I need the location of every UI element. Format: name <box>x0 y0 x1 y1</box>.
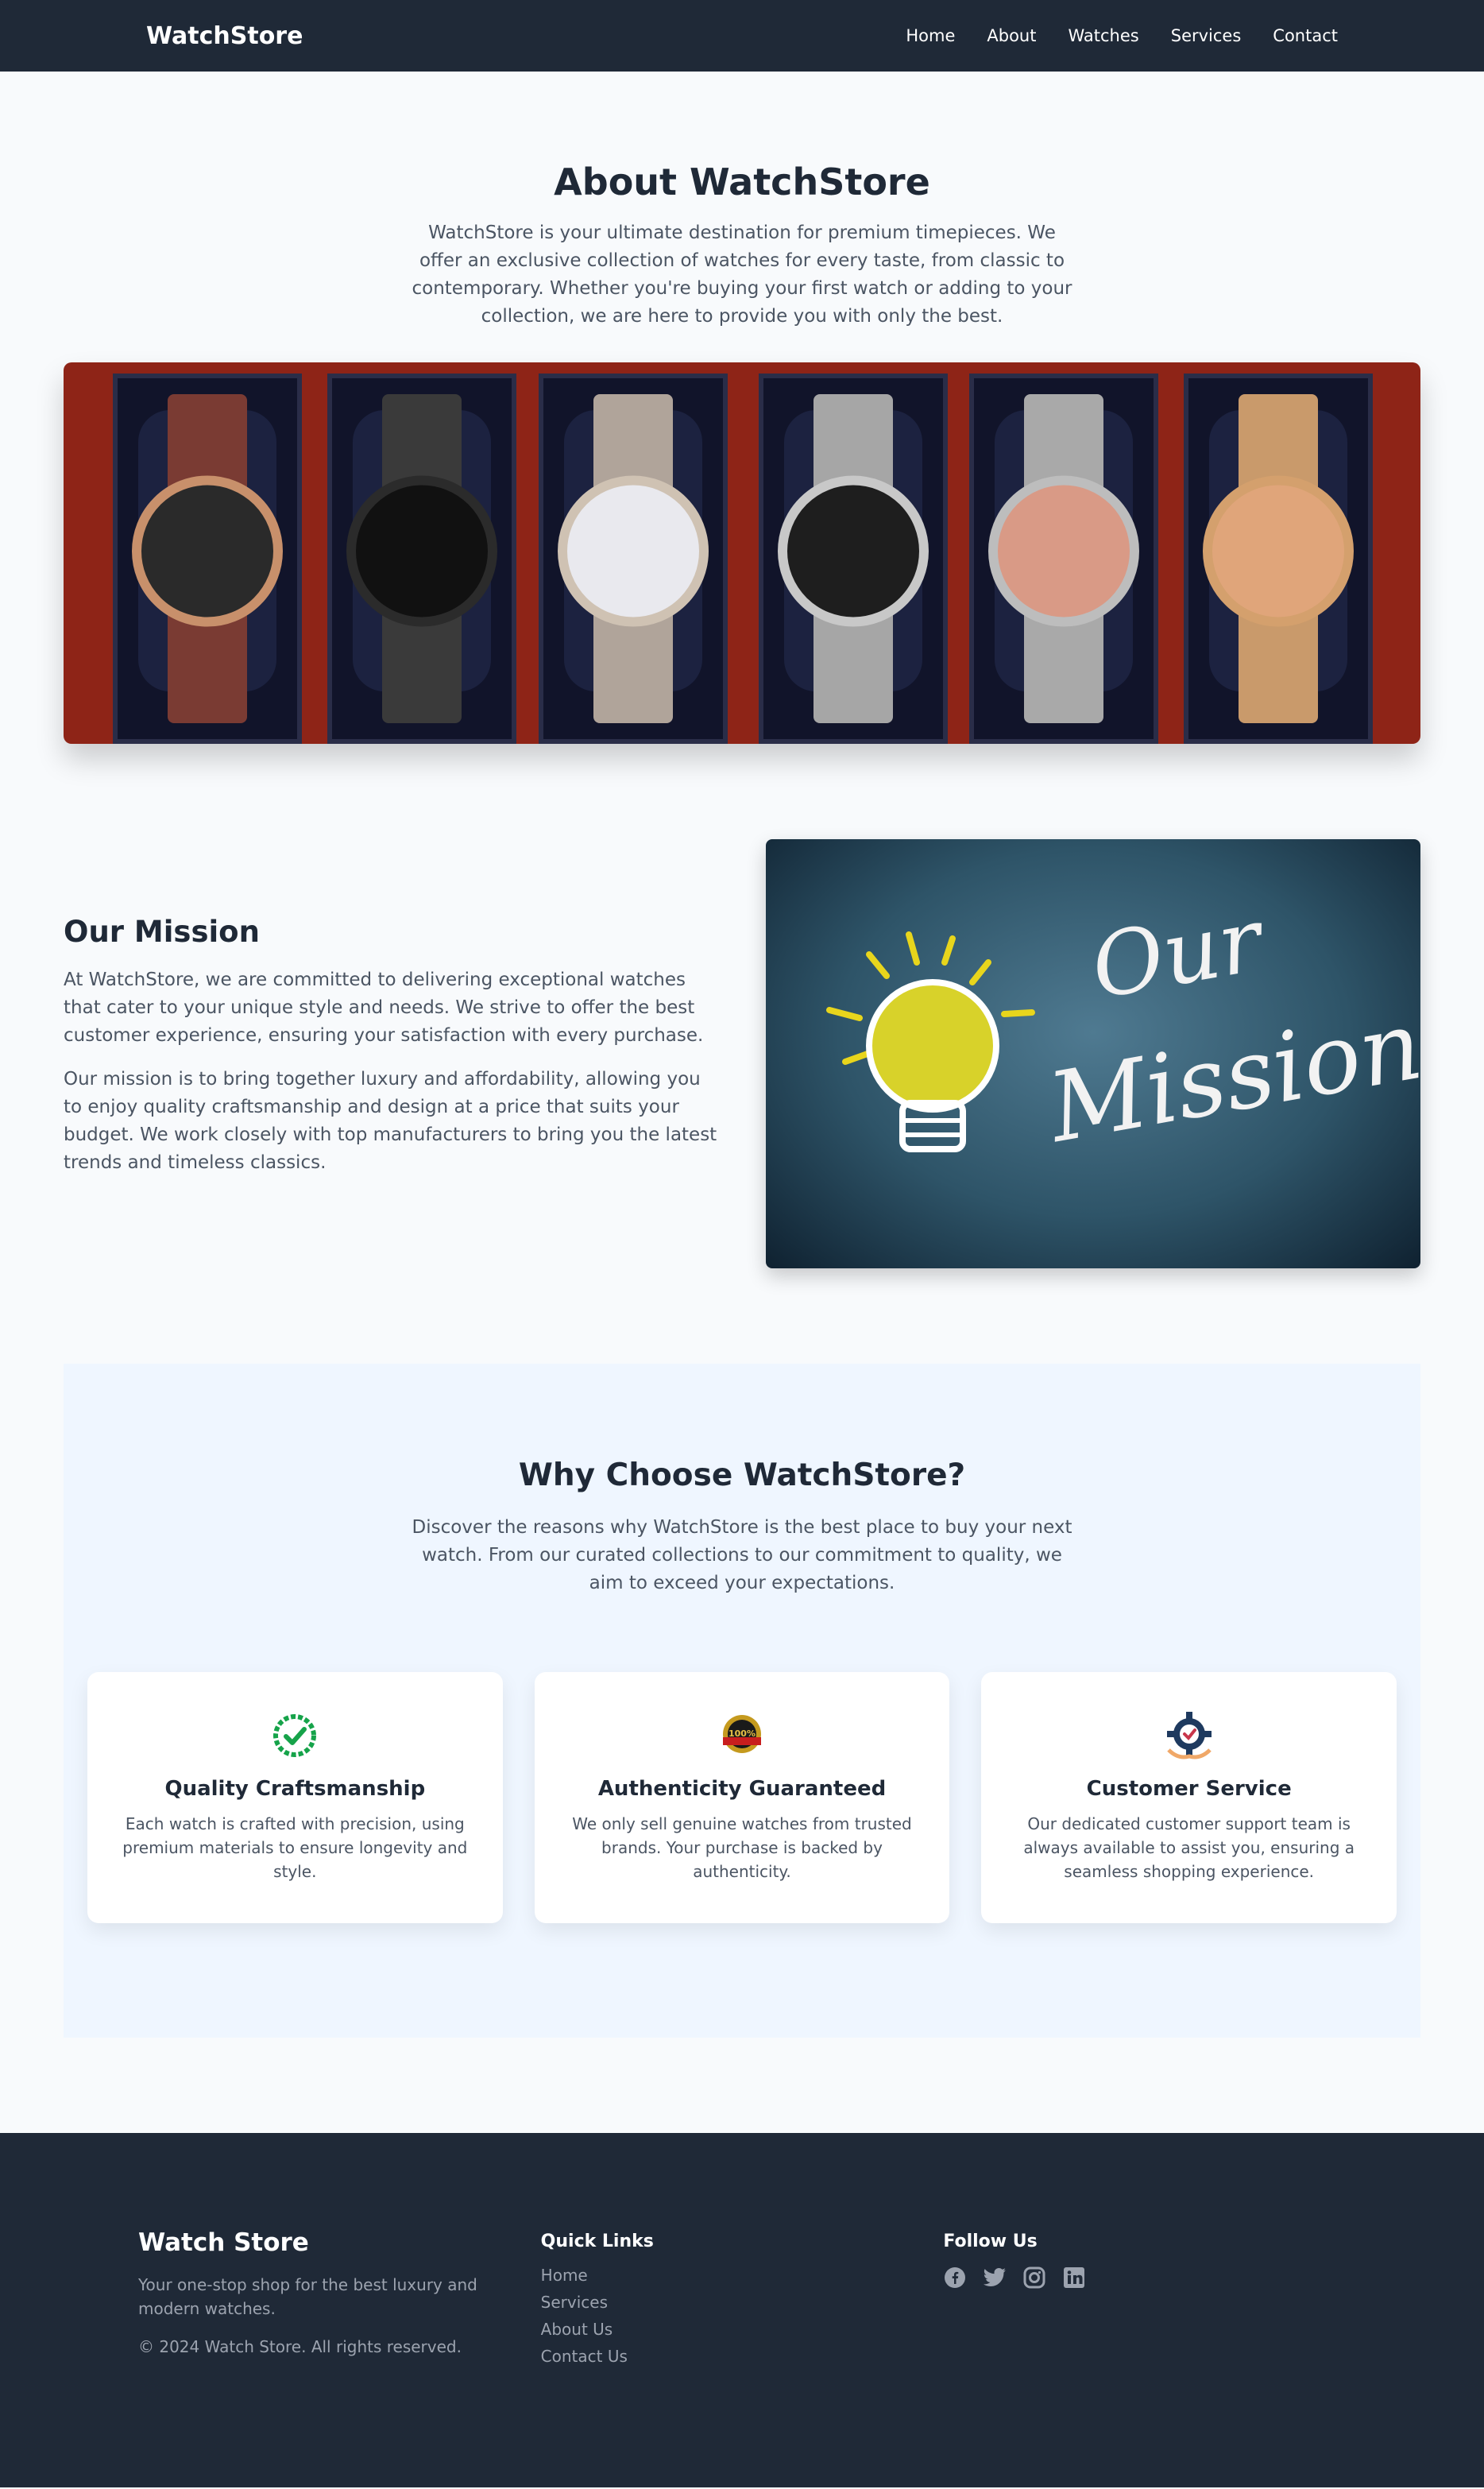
feature-cards: Quality Craftsmanship Each watch is craf… <box>64 1597 1420 1923</box>
nav-link-services[interactable]: Services <box>1171 26 1242 45</box>
footer-link-contact[interactable]: Contact Us <box>541 2347 628 2366</box>
why-title: Why Choose WatchStore? <box>518 1457 966 1493</box>
watch-slot <box>1184 374 1373 744</box>
watch-slot <box>327 374 516 744</box>
nav-link-contact[interactable]: Contact <box>1273 26 1338 45</box>
why-lead: Discover the reasons why WatchStore is t… <box>412 1517 1072 1593</box>
footer-link-about[interactable]: About Us <box>541 2320 613 2339</box>
mission-image: Our Mission <box>766 839 1420 1268</box>
mission-image-text-mission: Mission <box>1041 990 1420 1164</box>
feature-text: We only sell genuine watches from truste… <box>572 1814 912 1881</box>
feature-title: Authenticity Guaranteed <box>597 1777 887 1801</box>
feature-card-authenticity: 100% Authenticity Guaranteed We only sel… <box>534 1672 950 1923</box>
quick-links-list: Home Services About Us Contact Us <box>541 2266 944 2366</box>
footer-brand: Watch Store <box>138 2228 309 2257</box>
watch-slot <box>539 374 728 744</box>
watch-slot <box>759 374 948 744</box>
about-text: WatchStore is your ultimate destination … <box>412 223 1072 327</box>
footer-link-home[interactable]: Home <box>541 2266 588 2285</box>
feature-title: Customer Service <box>1086 1777 1292 1801</box>
footer-link-services[interactable]: Services <box>541 2293 608 2312</box>
nav-link-home[interactable]: Home <box>906 26 955 45</box>
customer-service-gear-icon <box>1164 1710 1215 1761</box>
seal-text: 100% <box>728 1728 756 1739</box>
about-title: About WatchStore <box>554 161 930 203</box>
mission-paragraph-1: At WatchStore, we are committed to deliv… <box>64 970 704 1046</box>
feature-title: Quality Craftsmanship <box>164 1777 426 1801</box>
mission-paragraph-2: Our mission is to bring together luxury … <box>64 1069 717 1173</box>
watch-collection-image <box>64 362 1420 744</box>
nav-links: Home About Watches Services Contact <box>906 26 1338 45</box>
brand-logo[interactable]: WatchStore <box>146 22 303 50</box>
footer-tagline: Your one-stop shop for the best luxury a… <box>138 2275 477 2318</box>
linkedin-icon[interactable] <box>1062 2266 1086 2290</box>
why-section-wrapper: Why Choose WatchStore? Discover the reas… <box>0 1268 1484 2038</box>
footer-follow-column: Follow Us <box>943 2228 1346 2487</box>
footer-about-column: Watch Store Your one-stop shop for the b… <box>138 2228 541 2487</box>
why-section: Why Choose WatchStore? Discover the reas… <box>64 1364 1420 2038</box>
feature-card-service: Customer Service Our dedicated customer … <box>981 1672 1397 1923</box>
instagram-icon[interactable] <box>1022 2266 1046 2290</box>
feature-text: Our dedicated customer support team is a… <box>1023 1814 1355 1881</box>
feature-card-quality: Quality Craftsmanship Each watch is craf… <box>87 1672 503 1923</box>
watch-slot <box>969 374 1158 744</box>
watch-slot <box>113 374 302 744</box>
navbar: WatchStore Home About Watches Services C… <box>0 0 1484 72</box>
twitter-icon[interactable] <box>983 2266 1007 2290</box>
about-section: About WatchStore WatchStore is your ulti… <box>0 72 1484 744</box>
footer-copyright: © 2024 Watch Store. All rights reserved. <box>138 2337 462 2356</box>
footer-quick-links-column: Quick Links Home Services About Us Conta… <box>541 2228 944 2487</box>
feature-text: Each watch is crafted with precision, us… <box>122 1814 468 1881</box>
mission-section: Our Mission At WatchStore, we are commit… <box>0 744 1484 1268</box>
mission-text-block: Our Mission At WatchStore, we are commit… <box>64 915 718 1193</box>
mission-title: Our Mission <box>64 915 260 949</box>
quick-links-title: Quick Links <box>540 2232 654 2251</box>
footer: Watch Store Your one-stop shop for the b… <box>0 2133 1484 2487</box>
check-badge-icon <box>269 1710 320 1761</box>
facebook-icon[interactable] <box>943 2266 967 2290</box>
nav-link-about[interactable]: About <box>987 26 1036 45</box>
guarantee-seal-icon: 100% <box>717 1710 767 1761</box>
follow-title: Follow Us <box>943 2232 1038 2251</box>
mission-image-text-our: Our <box>1084 888 1270 1019</box>
social-links <box>943 2266 1346 2290</box>
lightbulb-icon <box>826 931 1035 1152</box>
nav-link-watches[interactable]: Watches <box>1068 26 1138 45</box>
